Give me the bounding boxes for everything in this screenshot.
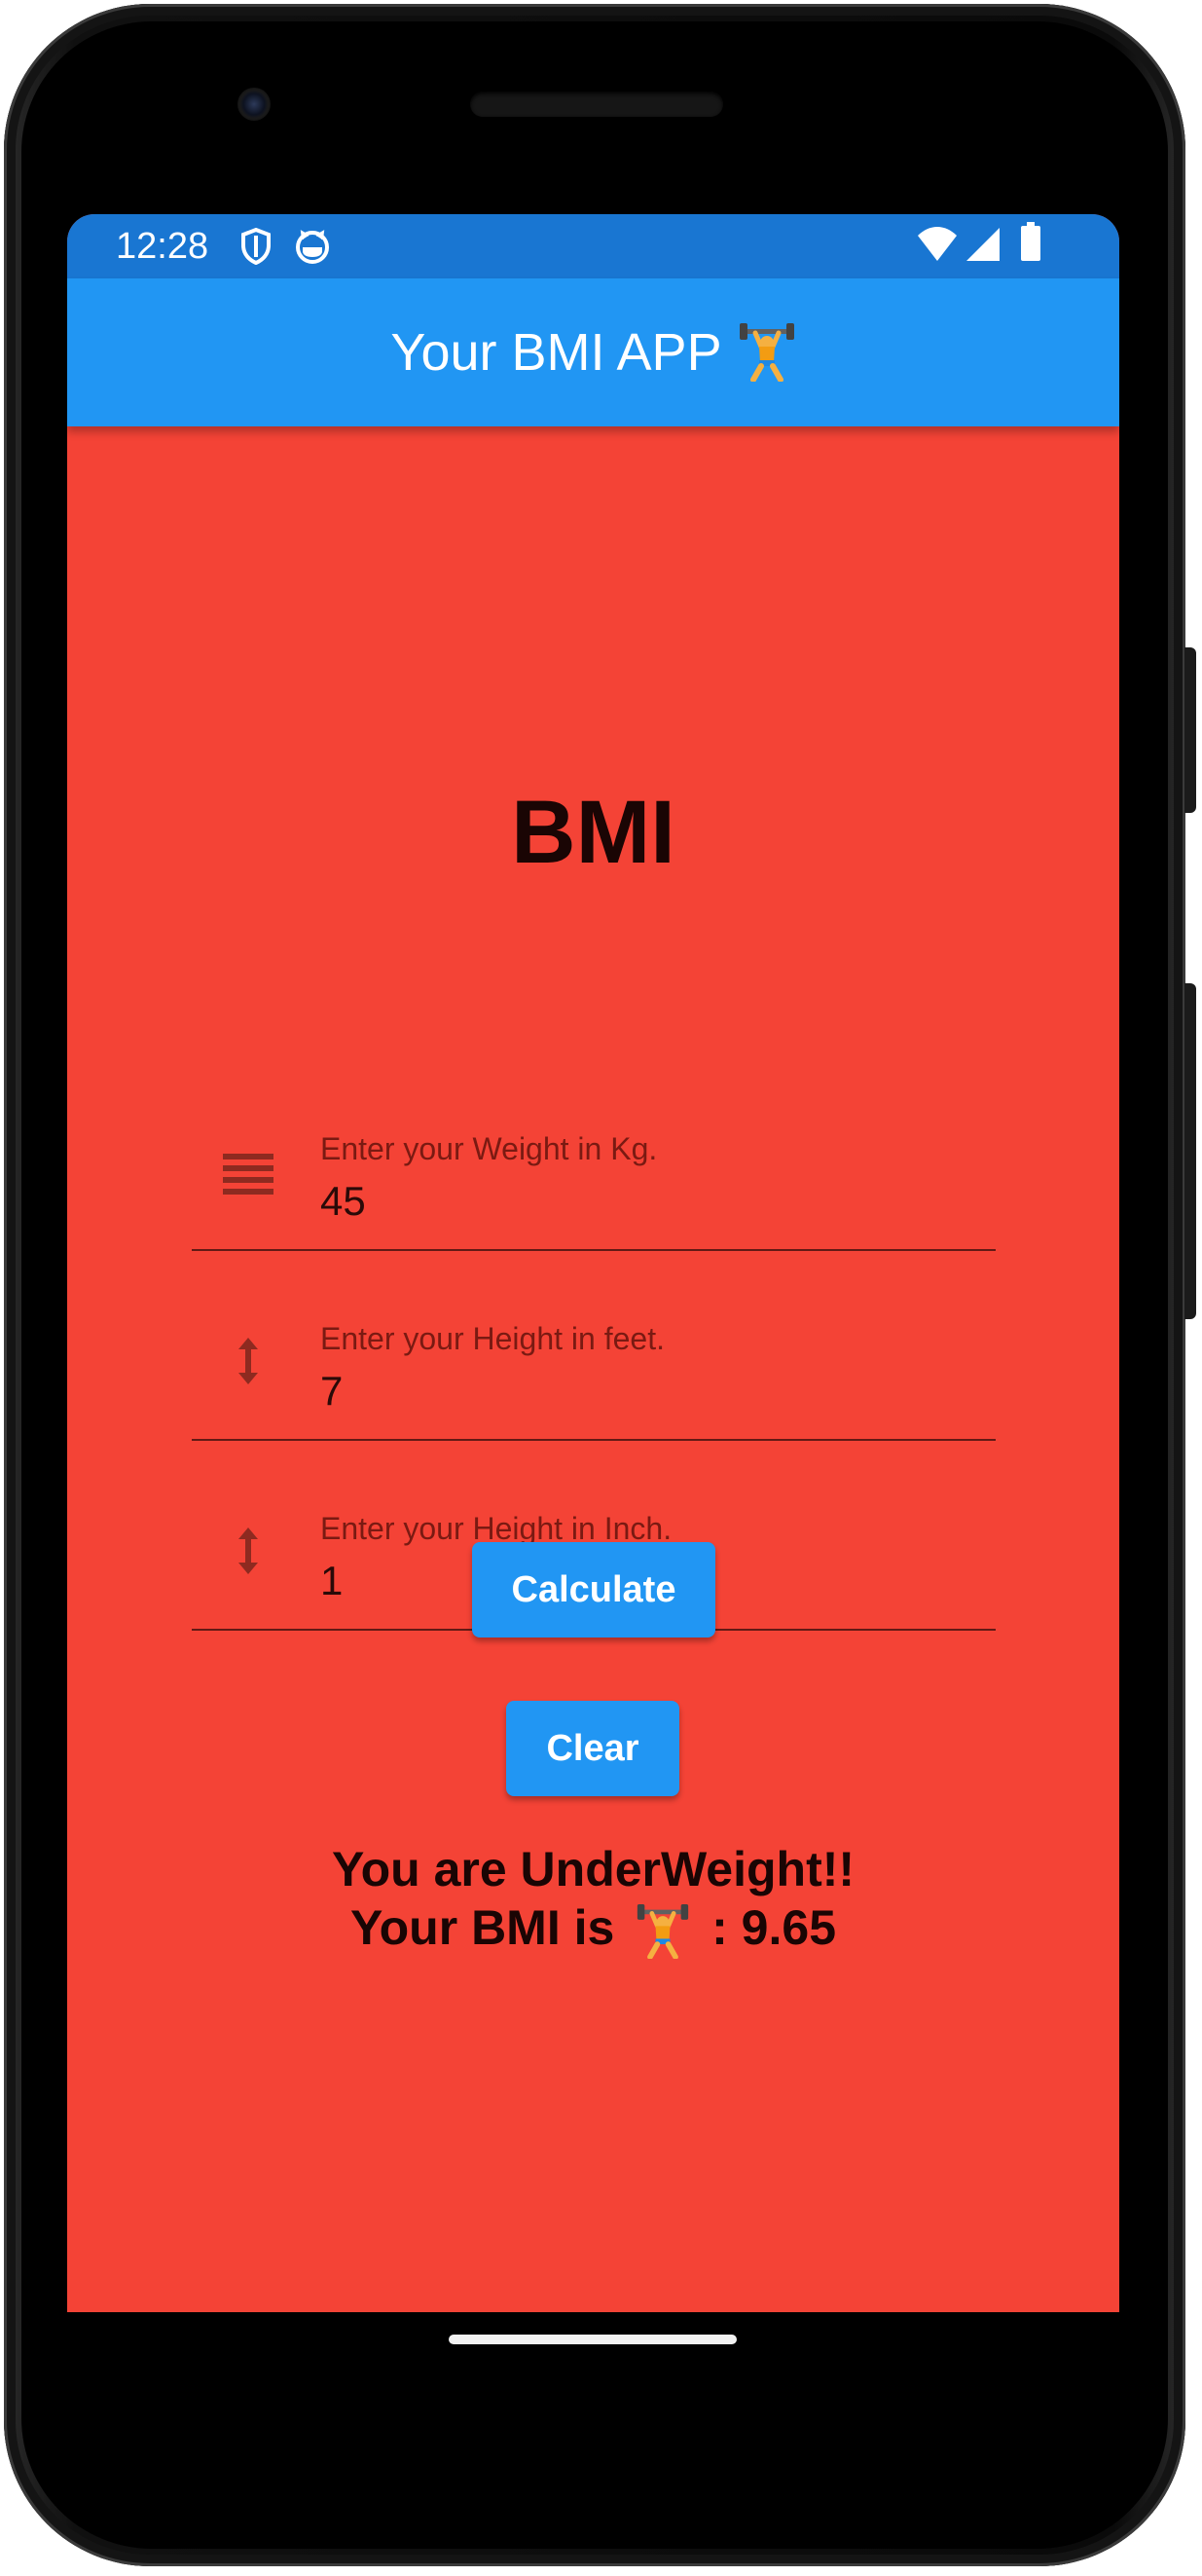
height-arrow-icon xyxy=(238,1527,258,1574)
home-indicator[interactable] xyxy=(449,2335,737,2344)
weight-underline xyxy=(192,1249,996,1251)
result-text: You are UnderWeight!! Your BMI is : 9.65 xyxy=(67,1840,1119,1959)
cat-face-icon xyxy=(296,230,329,264)
battery-icon xyxy=(1021,222,1040,261)
app-title: Your BMI APP xyxy=(390,323,722,382)
shield-icon xyxy=(241,228,271,265)
height-feet-input[interactable]: Enter your Height in feet. 7 xyxy=(192,1285,996,1441)
height-feet-label: Enter your Height in feet. xyxy=(320,1321,665,1356)
weight-input[interactable]: Enter your Weight in Kg. 45 xyxy=(192,1095,996,1251)
height-feet-value[interactable]: 7 xyxy=(320,1367,343,1416)
height-arrow-icon xyxy=(238,1338,258,1384)
result-bmi-prefix: Your BMI is xyxy=(350,1900,615,1955)
status-bar: 12:28 xyxy=(67,214,1119,278)
result-bmi-value: : 9.65 xyxy=(711,1900,836,1955)
status-time: 12:28 xyxy=(116,226,209,267)
weight-value[interactable]: 45 xyxy=(320,1177,366,1226)
clear-button[interactable]: Clear xyxy=(506,1701,679,1796)
wifi-icon xyxy=(918,227,957,261)
volume-button xyxy=(1184,983,1196,1319)
weightlifter-icon xyxy=(637,1903,689,1959)
front-camera xyxy=(237,88,271,121)
result-status: You are UnderWeight!! xyxy=(331,1842,856,1896)
earpiece-speaker xyxy=(470,92,723,117)
power-button xyxy=(1184,647,1196,813)
app-screen: 12:28 Your BMI APP BMI Enter your Weight… xyxy=(67,214,1119,2312)
weightlifter-icon xyxy=(739,323,794,382)
signal-icon xyxy=(966,228,1000,261)
height-inch-value[interactable]: 1 xyxy=(320,1557,343,1605)
height-feet-underline xyxy=(192,1439,996,1441)
bmi-heading: BMI xyxy=(511,783,675,882)
calculate-button[interactable]: Calculate xyxy=(472,1542,715,1638)
weight-label: Enter your Weight in Kg. xyxy=(320,1131,658,1166)
result-bmi: Your BMI is : 9.65 xyxy=(67,1898,1119,1959)
weight-lines-icon xyxy=(223,1154,273,1195)
app-bar: Your BMI APP xyxy=(67,278,1119,426)
